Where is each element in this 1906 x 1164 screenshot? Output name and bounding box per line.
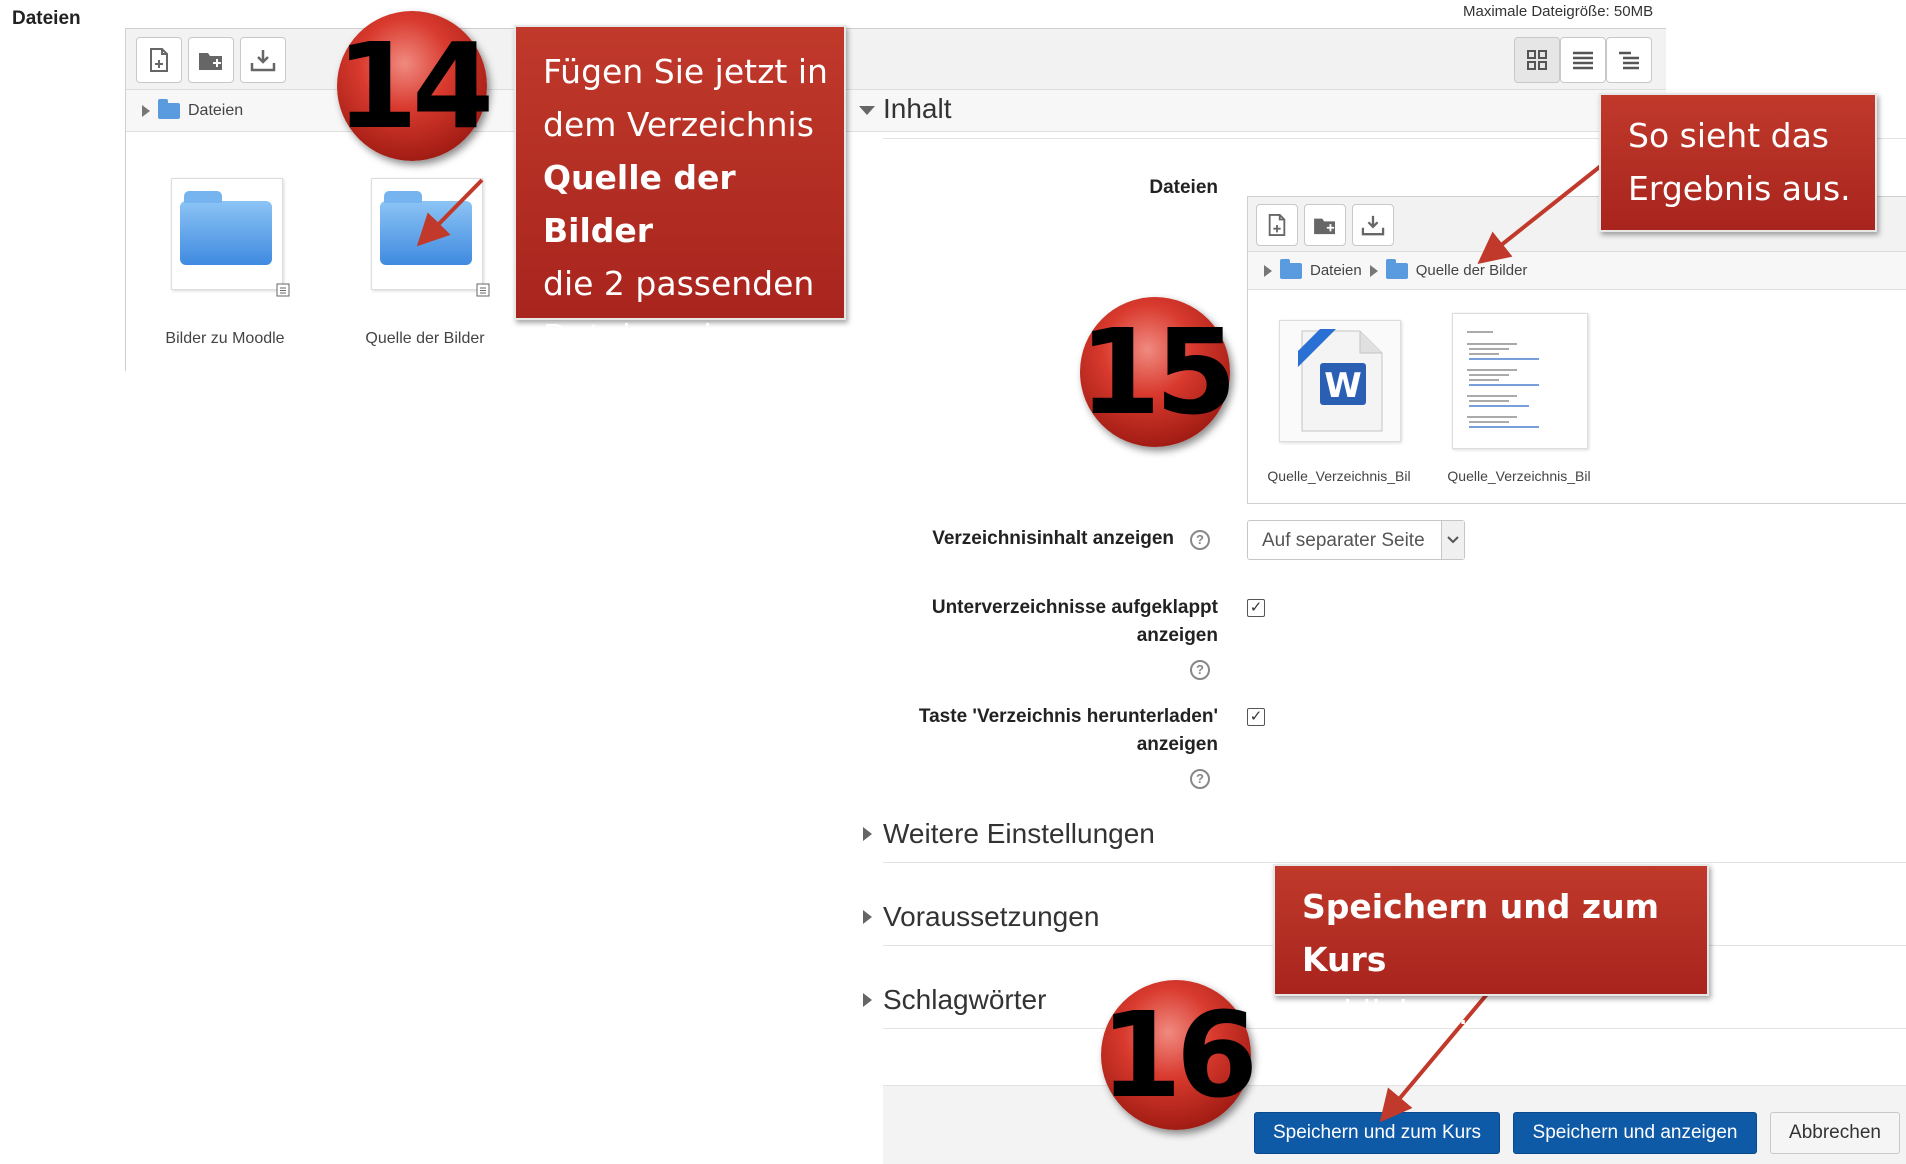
breadcrumb-arrow-icon: [1369, 264, 1378, 277]
expand-caret-icon[interactable]: [863, 910, 872, 924]
section-title-schlagwoerter[interactable]: Schlagwörter: [883, 984, 1046, 1016]
create-folder-icon: [199, 53, 222, 70]
callout-16-line1: Speichern und zum Kurs: [1302, 887, 1659, 979]
context-menu-icon[interactable]: [476, 283, 490, 297]
download-button[interactable]: [240, 37, 286, 83]
create-folder-icon: [1314, 218, 1335, 235]
callout-14-line2: dem Verzeichnis: [543, 105, 814, 144]
create-folder-button[interactable]: [188, 37, 234, 83]
divider: [883, 862, 1906, 863]
breadcrumb-arrow-icon: [1264, 264, 1272, 277]
step-badge-14: 14: [336, 11, 494, 161]
folder-item-quelle[interactable]: [371, 178, 490, 297]
folder-icon: [380, 191, 472, 265]
cancel-button[interactable]: Abbrechen: [1770, 1112, 1900, 1154]
grid-view-icon: [1527, 50, 1547, 70]
expand-label-line1: Unterverzeichnisse aufgeklappt: [931, 597, 1218, 618]
document-preview-icon: [1467, 331, 1539, 428]
breadcrumb-item[interactable]: Quelle der Bilder: [1416, 262, 1528, 279]
file-item-preview[interactable]: [1452, 313, 1588, 449]
folder-icon: [180, 191, 272, 265]
expand-caret-icon[interactable]: [863, 827, 872, 841]
callout-14-line5: Dateien ein.: [543, 317, 744, 356]
collapse-caret-icon[interactable]: [859, 106, 875, 115]
callout-14-line4: die 2 passenden: [543, 264, 815, 303]
download-label-line2: anzeigen: [1136, 734, 1218, 755]
breadcrumb-arrow-icon: [142, 104, 150, 117]
callout-15: So sieht das Ergebnis aus.: [1599, 93, 1877, 232]
chevron-down-icon: [1441, 521, 1464, 559]
svg-text:W: W: [1324, 366, 1362, 406]
display-label: Verzeichnisinhalt anzeigen: [932, 528, 1174, 549]
breadcrumb-item[interactable]: Dateien: [188, 102, 243, 120]
expand-label-line2: anzeigen: [1136, 625, 1218, 646]
section-title-voraussetzungen[interactable]: Voraussetzungen: [883, 901, 1099, 933]
callout-16-line2: anklicken.: [1302, 993, 1469, 1032]
context-menu-icon[interactable]: [276, 283, 290, 297]
create-folder-button[interactable]: [1304, 204, 1346, 246]
breadcrumb-item[interactable]: Dateien: [1310, 262, 1362, 279]
callout-15-line2: Ergebnis aus.: [1628, 169, 1851, 208]
folder-icon: [1280, 258, 1302, 279]
view-list-button[interactable]: [1560, 37, 1606, 83]
file-item-word[interactable]: W: [1279, 320, 1401, 442]
download-label-line1: Taste 'Verzeichnis herunterladen': [918, 706, 1218, 727]
save-show-button[interactable]: Speichern und anzeigen: [1513, 1112, 1757, 1154]
max-size-note: Maximale Dateigröße: 50MB: [1463, 3, 1654, 20]
help-icon[interactable]: ?: [1190, 660, 1210, 680]
word-doc-icon: W: [1298, 329, 1383, 432]
left-files-label: Dateien: [12, 8, 81, 29]
view-tree-button[interactable]: [1606, 37, 1652, 83]
expand-label: Unterverzeichnisse aufgeklappt anzeigen: [800, 594, 1218, 650]
callout-14: Fügen Sie jetzt in dem Verzeichnis Quell…: [514, 25, 846, 356]
files-label: Dateien: [1149, 177, 1218, 198]
add-file-icon: [1268, 214, 1286, 236]
download-label: Taste 'Verzeichnis herunterladen' anzeig…: [800, 703, 1218, 759]
download-checkbox[interactable]: ✓: [1247, 708, 1265, 726]
list-view-icon: [1573, 51, 1593, 70]
display-select[interactable]: Auf separater Seite: [1247, 520, 1465, 560]
expand-caret-icon[interactable]: [863, 993, 872, 1007]
callout-14-line1: Fügen Sie jetzt in: [543, 52, 828, 91]
folder-item-bilder[interactable]: [171, 178, 290, 297]
expand-checkbox[interactable]: ✓: [1247, 599, 1265, 617]
file-name[interactable]: Quelle_Verzeichnis_Bil: [1259, 468, 1419, 484]
section-title-weitere[interactable]: Weitere Einstellungen: [883, 818, 1155, 850]
folder-name[interactable]: Quelle der Bilder: [350, 330, 500, 348]
tree-view-icon: [1619, 51, 1639, 70]
folder-name[interactable]: Bilder zu Moodle: [150, 330, 300, 348]
save-course-button[interactable]: Speichern und zum Kurs: [1254, 1112, 1500, 1154]
download-button[interactable]: [1352, 204, 1394, 246]
folder-icon: [158, 98, 180, 119]
step-badge-15: 15: [1079, 297, 1237, 447]
section-title-inhalt[interactable]: Inhalt: [883, 93, 952, 125]
view-icons-button[interactable]: [1514, 37, 1560, 83]
callout-15-line1: So sieht das: [1628, 116, 1829, 155]
inhalt-breadcrumb: Dateien Quelle der Bilder: [1248, 252, 1906, 290]
help-icon[interactable]: ?: [1190, 530, 1210, 550]
download-icon: [250, 50, 276, 72]
callout-14-line3: Quelle der Bilder: [543, 158, 736, 250]
folder-icon: [1385, 258, 1408, 279]
add-file-button[interactable]: [1256, 204, 1298, 246]
download-icon: [1361, 215, 1385, 236]
callout-16: Speichern und zum Kurs anklicken.: [1273, 864, 1709, 1032]
add-file-icon: [150, 48, 168, 72]
help-icon[interactable]: ?: [1190, 769, 1210, 789]
file-name[interactable]: Quelle_Verzeichnis_Bil: [1439, 468, 1599, 484]
add-file-button[interactable]: [136, 37, 182, 83]
step-badge-16: 16: [1100, 980, 1258, 1130]
display-select-value: Auf separater Seite: [1262, 530, 1425, 551]
